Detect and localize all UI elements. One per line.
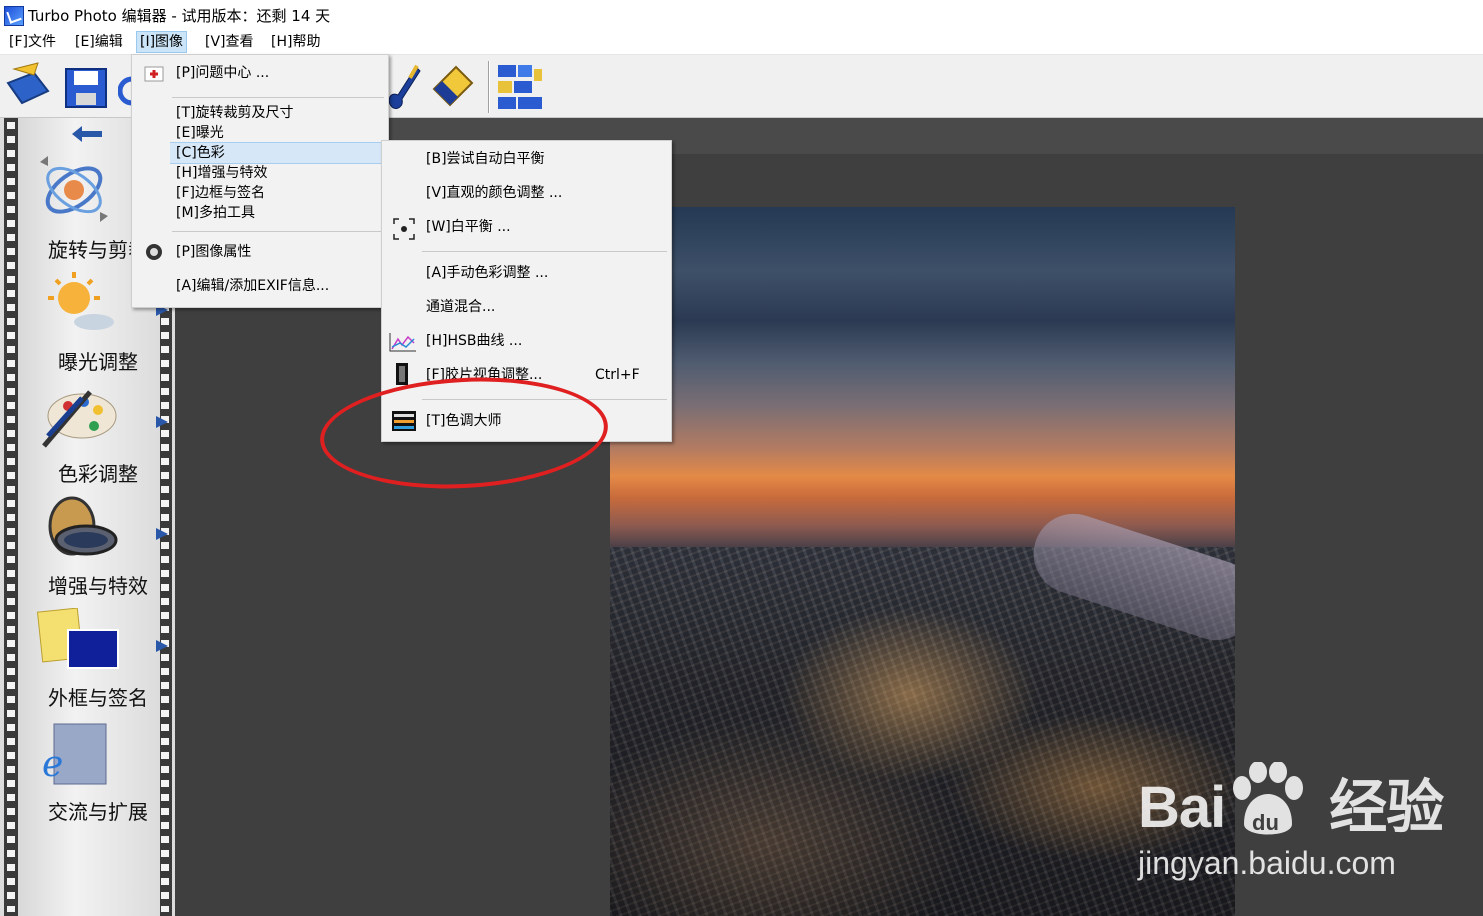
sun-exposure-icon[interactable] bbox=[40, 270, 120, 338]
baidu-paw-icon: du bbox=[1233, 762, 1303, 835]
menu-item-intuitive-color[interactable]: [V]直观的颜色调整 ... bbox=[382, 183, 671, 203]
menu-file[interactable]: [F]文件 bbox=[6, 32, 59, 52]
menu-item-border-signature[interactable]: [F]边框与签名 bbox=[132, 183, 388, 203]
sidebar-item-label[interactable]: 色彩调整 bbox=[18, 458, 178, 487]
lens-filter-icon[interactable] bbox=[38, 496, 120, 564]
image-menu: [P]问题中心 ... [T]旋转裁剪及尺寸 [E]曝光 [C]色彩 [H]增强… bbox=[131, 54, 389, 308]
menu-item-problem-center[interactable]: [P]问题中心 ... bbox=[132, 63, 388, 83]
rotate-crop-icon[interactable] bbox=[34, 154, 114, 228]
save-icon[interactable] bbox=[62, 61, 110, 111]
menu-item-manual-color[interactable]: [A]手动色彩调整 ... bbox=[382, 263, 671, 283]
menu-item-exposure[interactable]: [E]曝光 bbox=[132, 123, 388, 143]
paint-brush-icon[interactable] bbox=[384, 61, 424, 111]
menu-bar: [F]文件 [E]编辑 [I]图像 [V]查看 [H]帮助 bbox=[0, 30, 1483, 55]
menu-item-multi-shot[interactable]: [M]多拍工具 bbox=[132, 203, 388, 223]
menu-image[interactable]: [I]图像 bbox=[136, 31, 188, 53]
window-title: Turbo Photo 编辑器 - 试用版本：还剩 14 天 bbox=[28, 7, 331, 25]
expand-arrow-icon[interactable] bbox=[156, 416, 168, 428]
title-bar: Turbo Photo 编辑器 - 试用版本：还剩 14 天 bbox=[0, 0, 1483, 30]
menu-view[interactable]: [V]查看 bbox=[202, 32, 257, 52]
menu-edit[interactable]: [E]编辑 bbox=[72, 32, 126, 52]
left-arrow-icon[interactable] bbox=[72, 126, 104, 146]
palette-icon[interactable] bbox=[38, 384, 120, 452]
menu-separator bbox=[172, 97, 384, 98]
undo-icon[interactable] bbox=[117, 61, 133, 111]
sidebar-item-label[interactable]: 曝光调整 bbox=[18, 346, 178, 375]
shortcut-label: Ctrl+F bbox=[595, 367, 640, 383]
layout-grid-icon[interactable] bbox=[496, 61, 544, 111]
app-icon bbox=[4, 6, 24, 26]
menu-item-rotate-crop[interactable]: [T]旋转裁剪及尺寸 bbox=[132, 103, 388, 123]
eraser-icon[interactable] bbox=[428, 61, 476, 111]
menu-item-hsb-curve[interactable]: [H]HSB曲线 ... bbox=[382, 331, 671, 351]
svg-text:du: du bbox=[1252, 810, 1279, 835]
menu-item-channel-mixer[interactable]: 通道混合... bbox=[382, 297, 671, 317]
menu-separator bbox=[422, 251, 667, 252]
menu-item-color[interactable]: [C]色彩 bbox=[170, 142, 388, 164]
sidebar-item-label[interactable]: 交流与扩展 bbox=[18, 796, 178, 825]
menu-separator bbox=[172, 231, 384, 232]
ie-globe-icon[interactable]: e bbox=[40, 722, 110, 790]
menu-item-exif[interactable]: [A]编辑/添加EXIF信息... bbox=[132, 276, 388, 296]
menu-item-image-properties[interactable]: [P]图像属性 bbox=[132, 242, 388, 262]
svg-text:e: e bbox=[42, 744, 63, 785]
frame-signature-icon[interactable] bbox=[36, 607, 120, 676]
menu-help[interactable]: [H]帮助 bbox=[268, 32, 323, 52]
expand-arrow-icon[interactable] bbox=[156, 640, 168, 652]
film-strip-left bbox=[4, 118, 18, 916]
expand-arrow-icon[interactable] bbox=[156, 528, 168, 540]
menu-item-enhance[interactable]: [H]增强与特效 bbox=[132, 163, 388, 183]
watermark-url: jingyan.baidu.com bbox=[1138, 845, 1396, 881]
menu-item-auto-white-balance[interactable]: [B]尝试自动白平衡 bbox=[382, 149, 671, 169]
sidebar-item-label[interactable]: 增强与特效 bbox=[18, 570, 178, 599]
menu-item-white-balance[interactable]: [W]白平衡 ... bbox=[382, 217, 671, 237]
sidebar-item-label[interactable]: 外框与签名 bbox=[18, 682, 178, 711]
open-icon[interactable] bbox=[4, 61, 52, 111]
